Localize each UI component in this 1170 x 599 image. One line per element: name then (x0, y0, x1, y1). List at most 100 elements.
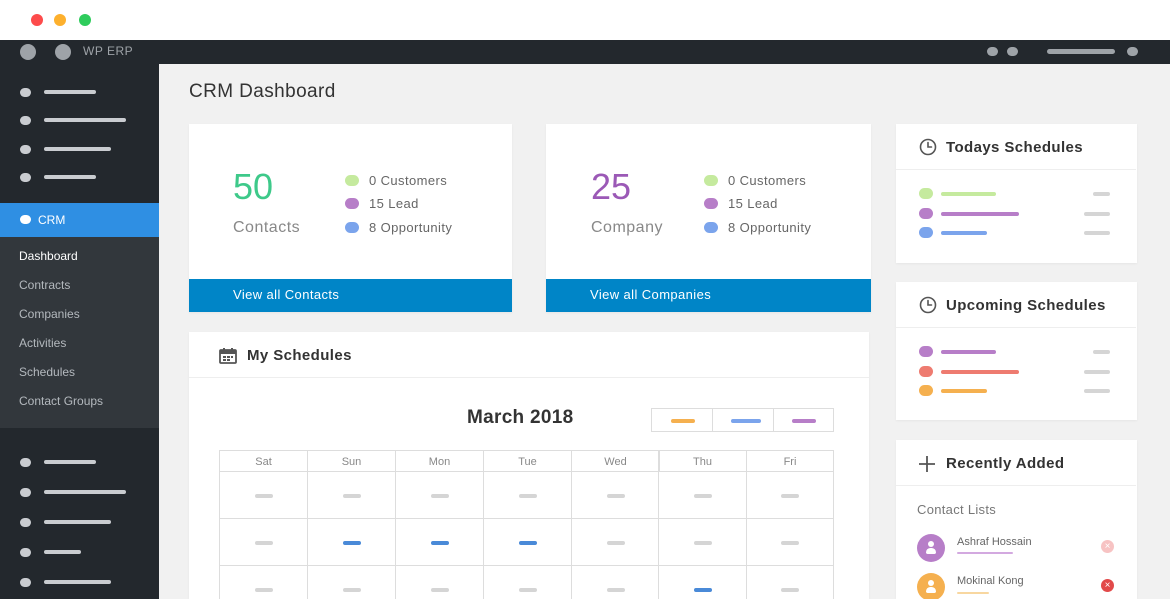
empty-event (693, 541, 712, 545)
contact-name[interactable]: Ashraf Hossain (957, 536, 1032, 548)
sidebar-item[interactable] (0, 449, 159, 477)
admin-bar-item[interactable] (1007, 47, 1018, 56)
calendar-cell[interactable] (658, 565, 747, 599)
sidebar-item[interactable] (0, 136, 159, 164)
sidebar-item-label: CRM (38, 213, 66, 227)
empty-event (781, 588, 799, 592)
empty-event (518, 588, 537, 592)
close-window-button[interactable] (31, 14, 43, 26)
schedule-dot (919, 385, 933, 396)
wordpress-logo-icon[interactable] (20, 44, 36, 60)
calendar-cell[interactable] (571, 518, 660, 566)
calendar-cell[interactable] (219, 518, 308, 566)
menu-icon (20, 116, 31, 125)
scheduled-event[interactable] (518, 541, 537, 545)
contact-name[interactable]: Mokinal Kong (957, 575, 1024, 587)
menu-label-placeholder (44, 147, 111, 151)
scheduled-event[interactable] (693, 588, 712, 592)
sidebar-item[interactable] (0, 539, 159, 567)
submenu-item-contact-groups[interactable]: Contact Groups (19, 394, 103, 408)
calendar-cell[interactable] (219, 471, 308, 519)
company-label: Company (591, 219, 663, 236)
calendar-cell[interactable] (746, 471, 834, 519)
schedule-placeholder[interactable] (941, 350, 996, 354)
filter-orange-button[interactable] (651, 408, 713, 432)
sidebar-item-crm[interactable]: CRM (0, 203, 159, 237)
admin-bar-user-placeholder[interactable] (1047, 49, 1115, 54)
view-all-contacts-label: View all Contacts (233, 287, 340, 302)
opportunity-count: 8 Opportunity (369, 220, 453, 235)
calendar-month-title: March 2018 (467, 407, 574, 428)
empty-event (781, 494, 799, 498)
recently-added-title: Recently Added (946, 455, 1065, 472)
calendar-cell[interactable] (395, 518, 484, 566)
submenu-item-dashboard[interactable]: Dashboard (19, 249, 78, 263)
menu-label-placeholder (44, 550, 81, 554)
calendar-cell[interactable] (571, 565, 660, 599)
filter-purple-button[interactable] (773, 408, 834, 432)
empty-event (254, 494, 273, 498)
scheduled-event[interactable] (430, 541, 449, 545)
schedule-dot (919, 366, 933, 377)
calendar-cell[interactable] (483, 518, 572, 566)
view-all-companies-button[interactable]: View all Companies (546, 279, 871, 312)
calendar-cell[interactable] (571, 471, 660, 519)
maximize-window-button[interactable] (79, 14, 91, 26)
sidebar-item[interactable] (0, 479, 159, 507)
sidebar-item[interactable] (0, 107, 159, 135)
admin-sidebar: CRM Dashboard Contracts Companies Activi… (0, 64, 159, 599)
sidebar-item[interactable] (0, 569, 159, 597)
site-title[interactable]: WP ERP (83, 44, 133, 58)
calendar-cell[interactable] (483, 565, 572, 599)
submenu-item-companies[interactable]: Companies (19, 307, 80, 321)
time-placeholder (1084, 389, 1110, 393)
admin-bar-avatar[interactable] (1127, 47, 1138, 56)
calendar-cell[interactable] (746, 565, 834, 599)
schedule-placeholder[interactable] (941, 212, 1019, 216)
my-schedules-title: My Schedules (247, 347, 352, 364)
schedule-placeholder[interactable] (941, 389, 987, 393)
empty-event (254, 541, 273, 545)
calendar-cell[interactable] (395, 565, 484, 599)
admin-bar-item[interactable] (987, 47, 998, 56)
sidebar-item[interactable] (0, 509, 159, 537)
page-title: CRM Dashboard (189, 81, 336, 102)
contact-underline (957, 592, 989, 594)
opportunity-dot (704, 222, 718, 233)
schedule-placeholder[interactable] (941, 231, 987, 235)
calendar-cell[interactable] (219, 565, 308, 599)
time-placeholder (1084, 231, 1110, 235)
calendar-cell[interactable] (307, 471, 396, 519)
site-home-icon[interactable] (55, 44, 71, 60)
empty-event (693, 494, 712, 498)
calendar-cell[interactable] (307, 565, 396, 599)
calendar-cell[interactable] (307, 518, 396, 566)
calendar-cell[interactable] (658, 518, 747, 566)
submenu-item-schedules[interactable]: Schedules (19, 365, 75, 379)
filter-blue-button[interactable] (712, 408, 774, 432)
schedule-placeholder[interactable] (941, 370, 1019, 374)
admin-bar: WP ERP (0, 40, 1170, 64)
submenu-item-activities[interactable]: Activities (19, 336, 66, 350)
calendar-cell[interactable] (746, 518, 834, 566)
sidebar-item[interactable] (0, 164, 159, 192)
calendar-cell[interactable] (395, 471, 484, 519)
calendar-cell[interactable] (483, 471, 572, 519)
calendar-cell[interactable] (658, 471, 747, 519)
crm-submenu: Dashboard Contracts Companies Activities… (0, 237, 159, 428)
schedule-placeholder[interactable] (941, 192, 996, 196)
view-all-contacts-button[interactable]: View all Contacts (189, 279, 512, 312)
empty-event (518, 494, 537, 498)
remove-contact-icon[interactable]: × (1101, 579, 1114, 592)
contacts-label: Contacts (233, 219, 301, 236)
minimize-window-button[interactable] (54, 14, 66, 26)
empty-event (781, 541, 799, 545)
remove-contact-icon[interactable]: × (1101, 540, 1114, 553)
clock-icon (919, 138, 937, 156)
upcoming-schedules-widget: Upcoming Schedules (896, 282, 1137, 420)
sidebar-item[interactable] (0, 79, 159, 107)
schedule-dot (919, 227, 933, 238)
scheduled-event[interactable] (342, 541, 361, 545)
schedule-dot (919, 346, 933, 357)
submenu-item-contracts[interactable]: Contracts (19, 278, 70, 292)
